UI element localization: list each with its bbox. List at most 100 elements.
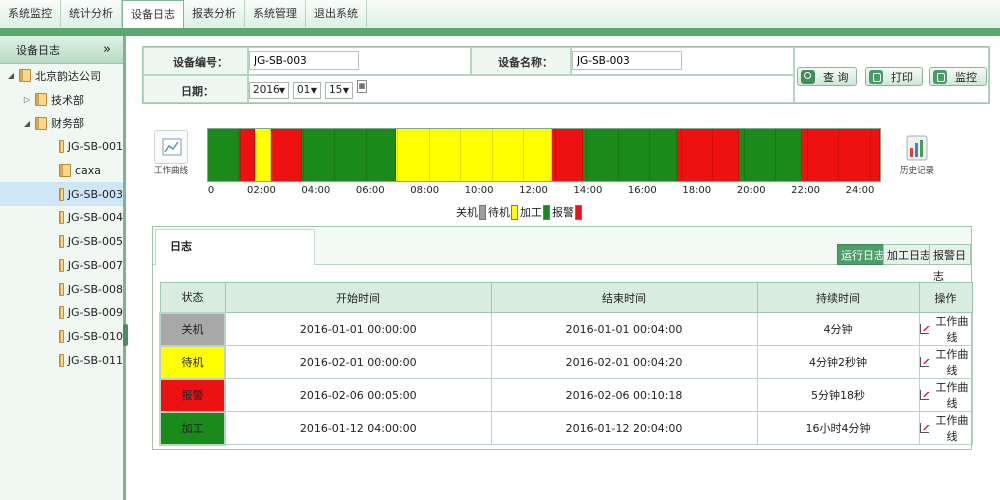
log-title: 日志 [155, 229, 315, 265]
timeline-gridline [365, 129, 367, 181]
tab-alarm-log[interactable]: 报警日志 [929, 244, 971, 283]
folder-icon [19, 69, 31, 83]
log-panel: 日志 运行日志 加工日志 报警日志 状态 开始时间 结束时间 持续时间 操作 关… [152, 226, 973, 450]
tree-label: JG-SB-009 [67, 306, 123, 320]
timeline-gridline [712, 129, 713, 181]
tree-node-device[interactable]: JG-SB-003 [0, 182, 123, 207]
folder-icon [59, 329, 64, 343]
collapse-icon[interactable]: » [103, 42, 111, 57]
timeline-gridline [428, 129, 430, 181]
state-cell: 待机 [159, 344, 226, 380]
legend-swatch [575, 204, 582, 220]
tree-node-device[interactable]: JG-SB-001 [0, 135, 123, 159]
tree-label: JG-SB-010 [67, 329, 123, 343]
device-list: JG-SB-001 caxa JG-SB-003 JG-SB-004 JG-SB-005… [0, 135, 123, 372]
calendar-icon[interactable]: ▦ [357, 80, 367, 93]
tree-node-device[interactable]: JG-SB-004 [0, 206, 123, 230]
monitor-button[interactable]: 监控 [929, 67, 987, 86]
timeline-gridline [554, 129, 556, 181]
nav-item-system-monitor[interactable]: 系统监控 [0, 0, 61, 27]
print-button[interactable]: 打印 [865, 67, 923, 86]
work-curve-link-label: 工作曲线 [935, 414, 969, 443]
sidebar-resize-handle[interactable] [123, 324, 128, 346]
timeline-tick-label: 06:00 [355, 185, 385, 196]
folder-icon [59, 282, 64, 296]
tree-node-device[interactable]: JG-SB-011 [0, 348, 123, 372]
tree-label: JG-SB-005 [67, 235, 123, 249]
nav-item-logout[interactable]: 退出系统 [306, 0, 367, 27]
work-curve-link-label: 工作曲线 [935, 381, 969, 410]
tree-node-department[interactable]: ◢ 财务部 [0, 111, 123, 135]
monitor-icon [933, 69, 947, 84]
start-time-cell: 2016-02-01 00:00:00 [224, 345, 492, 379]
device-code-label: 设备编号： [173, 56, 228, 69]
legend-swatch [511, 204, 518, 220]
history-button[interactable] [900, 130, 934, 164]
timeline-segment-alarm [551, 129, 584, 181]
work-curve-link[interactable]: 工作曲线 [919, 379, 972, 411]
expand-right-icon[interactable]: ▷ [22, 95, 32, 104]
column-header: 开始时间 [224, 282, 492, 313]
tree-node-company[interactable]: ◢ 北京韵达公司 [0, 64, 123, 88]
tree-node-device[interactable]: JG-SB-005 [0, 230, 123, 254]
end-time-cell: 2016-02-01 00:04:20 [490, 345, 758, 379]
chart-icon [919, 357, 930, 367]
expand-down-icon[interactable]: ◢ [22, 119, 32, 128]
timeline-tick-label: 14:00 [573, 185, 603, 196]
folder-icon [35, 93, 47, 107]
column-header: 结束时间 [490, 282, 758, 313]
history-icon [906, 135, 928, 161]
device-name-input[interactable] [572, 51, 682, 70]
work-curve-link[interactable]: 工作曲线 [919, 313, 972, 345]
log-table-body: 关机 2016-01-01 00:00:00 2016-01-01 00:04:00… [159, 311, 973, 446]
timeline-tick-label: 24:00 [845, 185, 875, 196]
day-select[interactable]: 15 ▼ [325, 82, 353, 99]
nav-item-statistics[interactable]: 统计分析 [61, 0, 122, 27]
nav-item-report-analysis[interactable]: 报表分析 [184, 0, 245, 27]
expand-down-icon[interactable]: ◢ [6, 71, 16, 80]
month-select[interactable]: 01 ▼ [293, 82, 321, 99]
legend-label: 加工 [520, 206, 542, 219]
log-table: 状态 开始时间 结束时间 持续时间 操作 关机 2016-01-01 00:00:… [159, 282, 973, 446]
nav-divider [0, 28, 1000, 36]
search-button[interactable]: 查 询 [797, 67, 857, 86]
work-curve-button[interactable] [154, 130, 188, 164]
state-cell: 关机 [159, 311, 226, 347]
tree-node-device[interactable]: JG-SB-010 [0, 325, 123, 349]
tree-label: JG-SB-003 [67, 187, 123, 201]
tree-node-department[interactable]: ▷ 技术部 [0, 88, 123, 112]
duration-cell: 4分钟2秒钟 [756, 345, 920, 379]
folder-icon [59, 187, 64, 201]
device-name-label: 设备名称： [498, 56, 553, 69]
tab-process-log[interactable]: 加工日志 [883, 244, 935, 265]
tree-node-device[interactable]: caxa [0, 159, 123, 183]
nav-item-system-management[interactable]: 系统管理 [245, 0, 306, 27]
timeline-gridline [460, 129, 461, 181]
chart-icon [919, 390, 930, 400]
dropdown-arrow-icon: ▼ [342, 86, 349, 95]
tree-node-device[interactable]: JG-SB-007 [0, 254, 123, 278]
start-time-cell: 2016-01-01 00:00:00 [224, 312, 492, 346]
legend-label: 关机 [456, 206, 478, 219]
tab-run-log[interactable]: 运行日志 [837, 244, 889, 265]
timeline-tick-label: 04:00 [301, 185, 331, 196]
timeline-legend: 关机 待机 加工 报警 [456, 204, 584, 220]
device-code-input[interactable] [249, 51, 359, 70]
year-select[interactable]: 2016 ▼ [249, 82, 289, 99]
work-curve-link[interactable]: 工作曲线 [919, 412, 972, 444]
timeline-gridline [491, 129, 493, 181]
timeline-gridline [523, 129, 524, 181]
dropdown-arrow-icon: ▼ [310, 86, 317, 95]
timeline-segment-processing [583, 129, 677, 181]
state-cell: 报警 [159, 377, 226, 413]
year-value: 2016 [253, 84, 280, 96]
tree-label: 技术部 [51, 93, 84, 107]
state-cell: 加工 [159, 410, 226, 446]
tree-node-device[interactable]: JG-SB-008 [0, 277, 123, 301]
work-curve-link[interactable]: 工作曲线 [919, 346, 972, 378]
tree-node-device[interactable]: JG-SB-009 [0, 301, 123, 325]
timeline-gridline [617, 129, 619, 181]
duration-cell: 5分钟18秒 [756, 378, 920, 412]
timeline-gridline [302, 129, 304, 181]
nav-item-device-log[interactable]: 设备日志 [122, 0, 184, 29]
